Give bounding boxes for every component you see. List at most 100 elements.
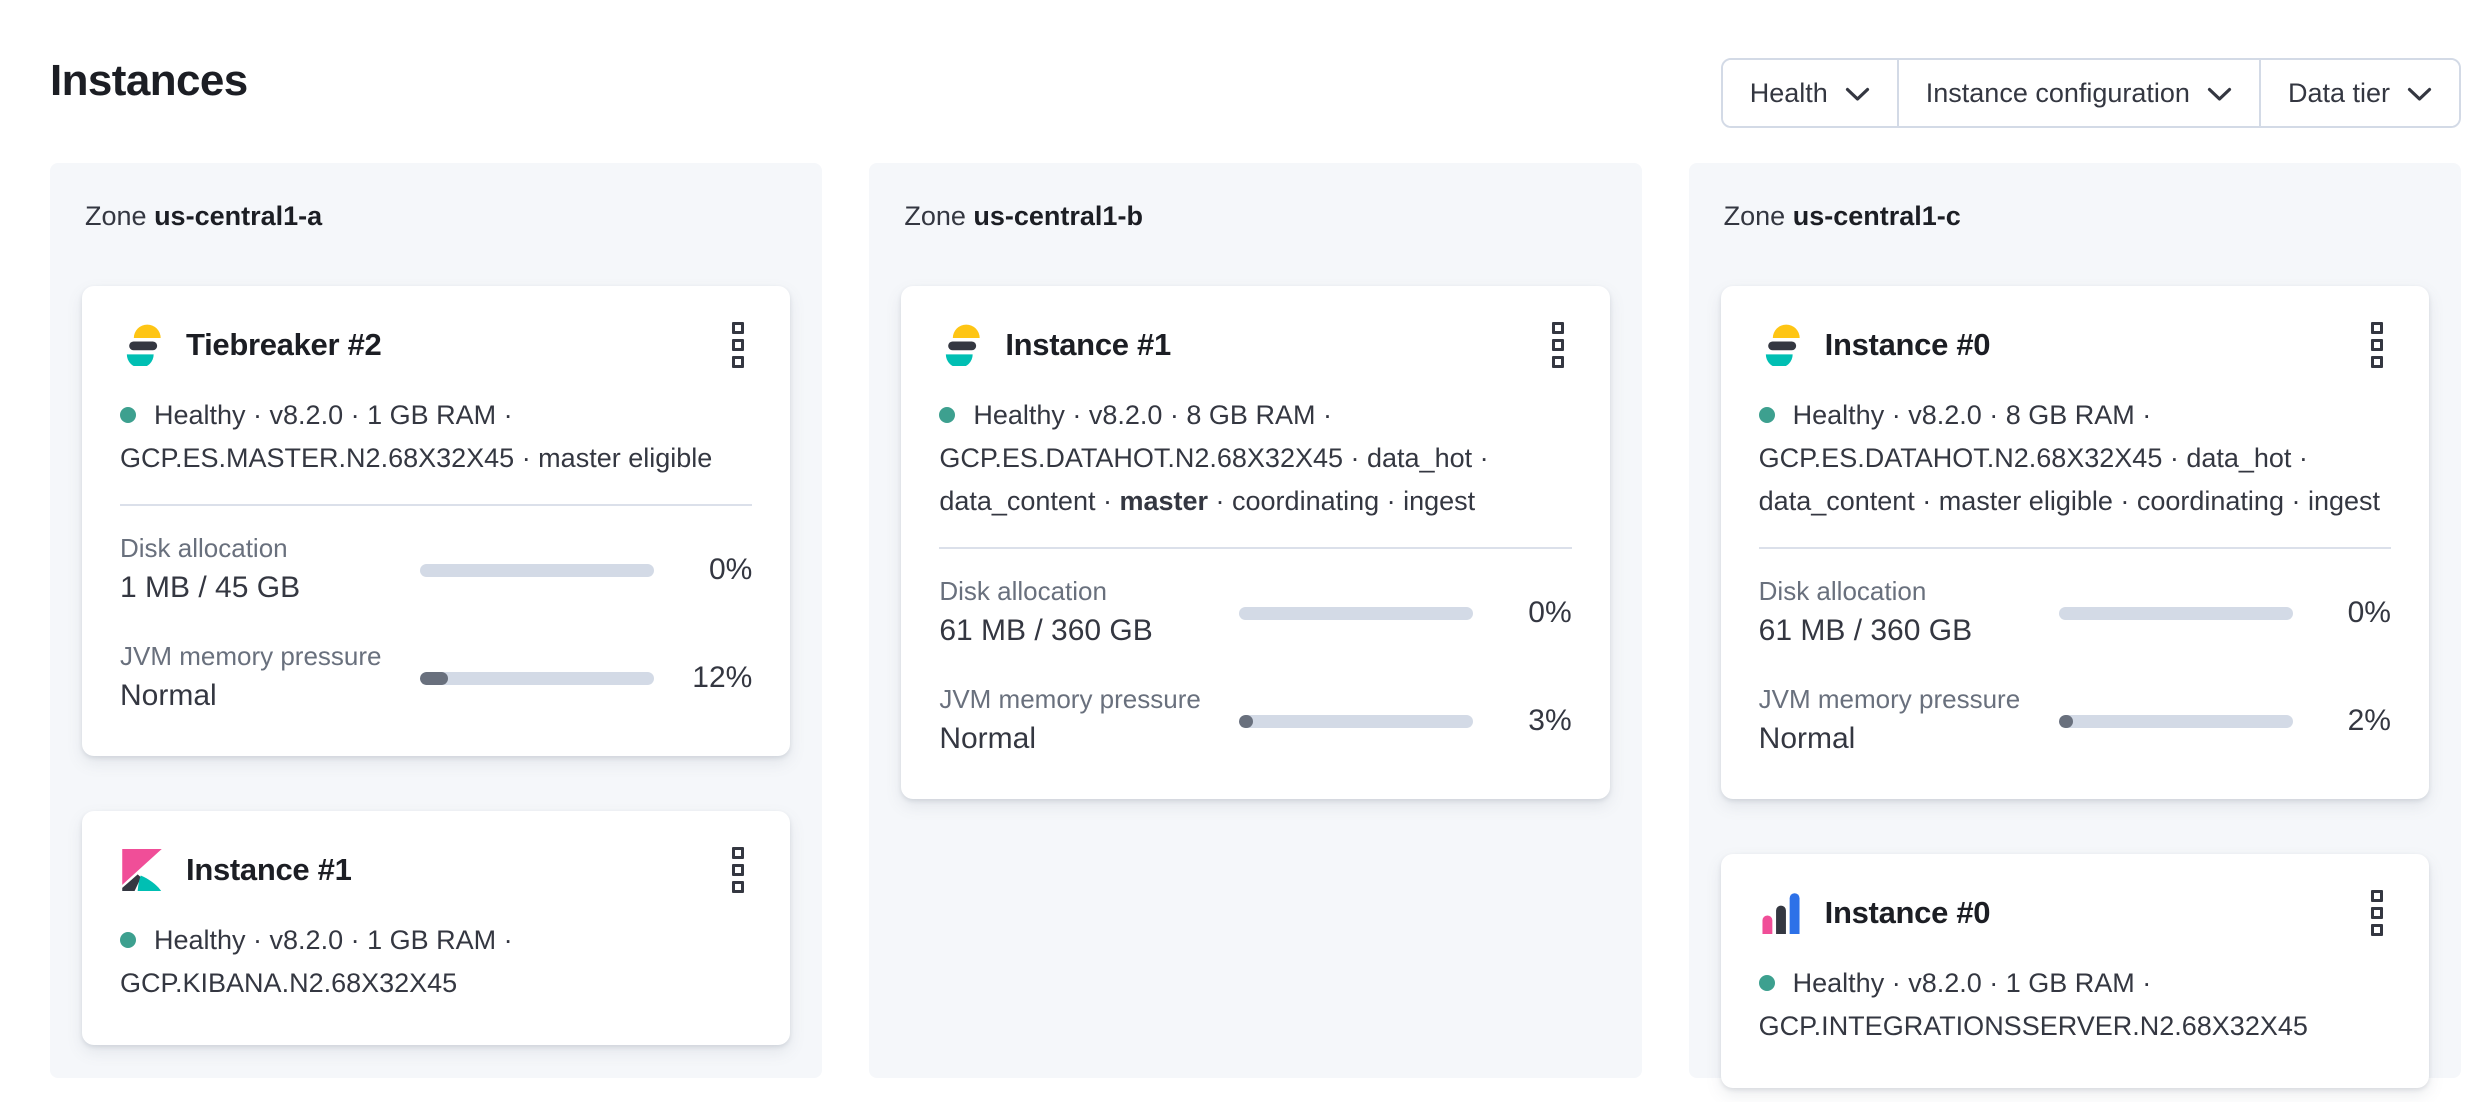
zone-label-prefix: Zone — [904, 201, 966, 231]
status-segment: data_content · — [939, 486, 1119, 516]
metric-info: Disk allocation 61 MB / 360 GB — [939, 575, 1239, 651]
instance-title: Instance #1 — [186, 852, 352, 888]
status-line: Healthy · v8.2.0 · 1 GB RAM · — [1759, 962, 2391, 1005]
instance-card: Instance #0 Healthy · v8.2.0 · 8 GB RAM … — [1721, 286, 2429, 799]
card-header: Instance #0 — [1759, 316, 2391, 374]
instance-card: Instance #0 Healthy · v8.2.0 · 1 GB RAM … — [1721, 854, 2429, 1088]
chevron-down-icon — [1845, 87, 1870, 102]
metric-row: Disk allocation 61 MB / 360 GB 0% — [1759, 575, 2391, 651]
instance-title: Instance #0 — [1825, 327, 1991, 363]
filter-button-instance-configuration[interactable]: Instance configuration — [1897, 60, 2259, 126]
zone-label: Zone us-central1-b — [904, 201, 1609, 232]
status-segment: GCP.ES.MASTER.N2.68X32X45 · master eligi… — [120, 443, 712, 473]
filter-button-data-tier[interactable]: Data tier — [2259, 60, 2459, 126]
health-status-dot — [1759, 407, 1775, 423]
instance-metrics: Disk allocation 61 MB / 360 GB 0% JVM me… — [939, 575, 1571, 759]
boxes-vertical-icon — [2371, 890, 2383, 936]
status-segment: Healthy · v8.2.0 · 1 GB RAM · — [154, 400, 513, 430]
page-title: Instances — [50, 56, 248, 106]
card-header: Tiebreaker #2 — [120, 316, 752, 374]
metric-progress-bar — [1239, 607, 1473, 620]
chevron-down-icon — [2207, 87, 2232, 102]
zone-label: Zone us-central1-c — [1724, 201, 2429, 232]
metric-progress-fill — [2059, 715, 2073, 728]
status-segment: Healthy · v8.2.0 · 8 GB RAM · — [973, 400, 1332, 430]
instance-metrics: Disk allocation 1 MB / 45 GB 0% JVM memo… — [120, 532, 752, 716]
card-header: Instance #1 — [939, 316, 1571, 374]
status-line: data_content · master · coordinating · i… — [939, 480, 1571, 523]
boxes-vertical-icon — [732, 847, 744, 893]
metric-label: Disk allocation — [1759, 575, 2059, 608]
metric-progress-fill — [1239, 715, 1253, 728]
metric-percent: 12% — [654, 661, 752, 695]
status-line: Healthy · v8.2.0 · 8 GB RAM · — [1759, 394, 2391, 437]
metric-row: JVM memory pressure Normal 2% — [1759, 683, 2391, 759]
elasticsearch-logo-icon — [1759, 322, 1803, 368]
instance-title: Instance #0 — [1825, 895, 1991, 931]
card-header: Instance #0 — [1759, 884, 2391, 942]
metric-value: Normal — [1759, 719, 2059, 759]
instance-title: Instance #1 — [1005, 327, 1171, 363]
card-divider — [939, 547, 1571, 549]
zone-cards: Instance #1 Healthy · v8.2.0 · 8 GB RAM … — [901, 286, 1609, 799]
instance-menu-button[interactable] — [724, 841, 752, 899]
zone-name: us-central1-c — [1793, 201, 1961, 231]
status-segment: master — [1119, 486, 1208, 516]
zones-container: Zone us-central1-a — [50, 163, 2461, 1078]
zone-name: us-central1-a — [154, 201, 322, 231]
instance-status: Healthy · v8.2.0 · 1 GB RAM ·GCP.INTEGRA… — [1759, 962, 2391, 1048]
status-line: GCP.ES.DATAHOT.N2.68X32X45 · data_hot · — [1759, 437, 2391, 480]
status-line: Healthy · v8.2.0 · 1 GB RAM · — [120, 919, 752, 962]
metric-percent: 3% — [1473, 704, 1571, 738]
instance-menu-button[interactable] — [724, 316, 752, 374]
card-divider — [1759, 547, 2391, 549]
metric-value: Normal — [939, 719, 1239, 759]
metric-progress-bar — [2059, 607, 2293, 620]
status-segment: data_content · master eligible · coordin… — [1759, 486, 2380, 516]
metric-value: Normal — [120, 676, 420, 716]
zone-cards: Instance #0 Healthy · v8.2.0 · 8 GB RAM … — [1721, 286, 2429, 1088]
card-header: Instance #1 — [120, 841, 752, 899]
status-segment: GCP.ES.DATAHOT.N2.68X32X45 · data_hot · — [939, 443, 1488, 473]
metric-info: Disk allocation 61 MB / 360 GB — [1759, 575, 2059, 651]
filter-bar: Health Instance configuration Data tier — [1721, 58, 2461, 128]
status-segment: · coordinating · ingest — [1208, 486, 1475, 516]
boxes-vertical-icon — [732, 322, 744, 368]
elasticsearch-logo-icon — [939, 322, 983, 368]
health-status-dot — [120, 407, 136, 423]
metric-value: 61 MB / 360 GB — [939, 611, 1239, 651]
zone-cards: Tiebreaker #2 Healthy · v8.2.0 · 1 GB RA… — [82, 286, 790, 1045]
instance-menu-button[interactable] — [2363, 884, 2391, 942]
instance-menu-button[interactable] — [2363, 316, 2391, 374]
integrations-server-logo-icon — [1759, 890, 1803, 936]
status-line: GCP.INTEGRATIONSSERVER.N2.68X32X45 — [1759, 1005, 2391, 1048]
instance-status: Healthy · v8.2.0 · 8 GB RAM · GCP.ES.DATA… — [939, 394, 1571, 523]
filter-label: Instance configuration — [1926, 78, 2190, 109]
metric-progress-bar — [1239, 715, 1473, 728]
zone-panel-us-central1-b: Zone us-central1-b — [869, 163, 1641, 1078]
metric-percent: 2% — [2293, 704, 2391, 738]
zone-panel-us-central1-c: Zone us-central1-c — [1689, 163, 2461, 1078]
chevron-down-icon — [2407, 87, 2432, 102]
filter-label: Health — [1750, 78, 1828, 109]
filter-button-health[interactable]: Health — [1723, 60, 1897, 126]
status-segment: GCP.KIBANA.N2.68X32X45 — [120, 968, 457, 998]
metric-row: JVM memory pressure Normal 3% — [939, 683, 1571, 759]
status-line: GCP.ES.DATAHOT.N2.68X32X45 · data_hot · — [939, 437, 1571, 480]
metric-label: JVM memory pressure — [1759, 683, 2059, 716]
instance-menu-button[interactable] — [1544, 316, 1572, 374]
instance-metrics: Disk allocation 61 MB / 360 GB 0% JVM me… — [1759, 575, 2391, 759]
metric-progress-bar — [420, 564, 654, 577]
instance-status: Healthy · v8.2.0 · 1 GB RAM · GCP.KIBANA.… — [120, 919, 752, 1005]
metric-percent: 0% — [654, 553, 752, 587]
metric-percent: 0% — [1473, 596, 1571, 630]
status-line: GCP.ES.MASTER.N2.68X32X45 · master eligi… — [120, 437, 752, 480]
metric-info: JVM memory pressure Normal — [120, 640, 420, 716]
elasticsearch-logo-icon — [120, 322, 164, 368]
boxes-vertical-icon — [1552, 322, 1564, 368]
status-segment: Healthy · v8.2.0 · 8 GB RAM · — [1793, 400, 2152, 430]
zone-label-prefix: Zone — [1724, 201, 1786, 231]
instance-status: Healthy · v8.2.0 · 8 GB RAM · GCP.ES.DATA… — [1759, 394, 2391, 523]
status-segment: GCP.ES.DATAHOT.N2.68X32X45 · data_hot · — [1759, 443, 2308, 473]
metric-progress-bar — [2059, 715, 2293, 728]
